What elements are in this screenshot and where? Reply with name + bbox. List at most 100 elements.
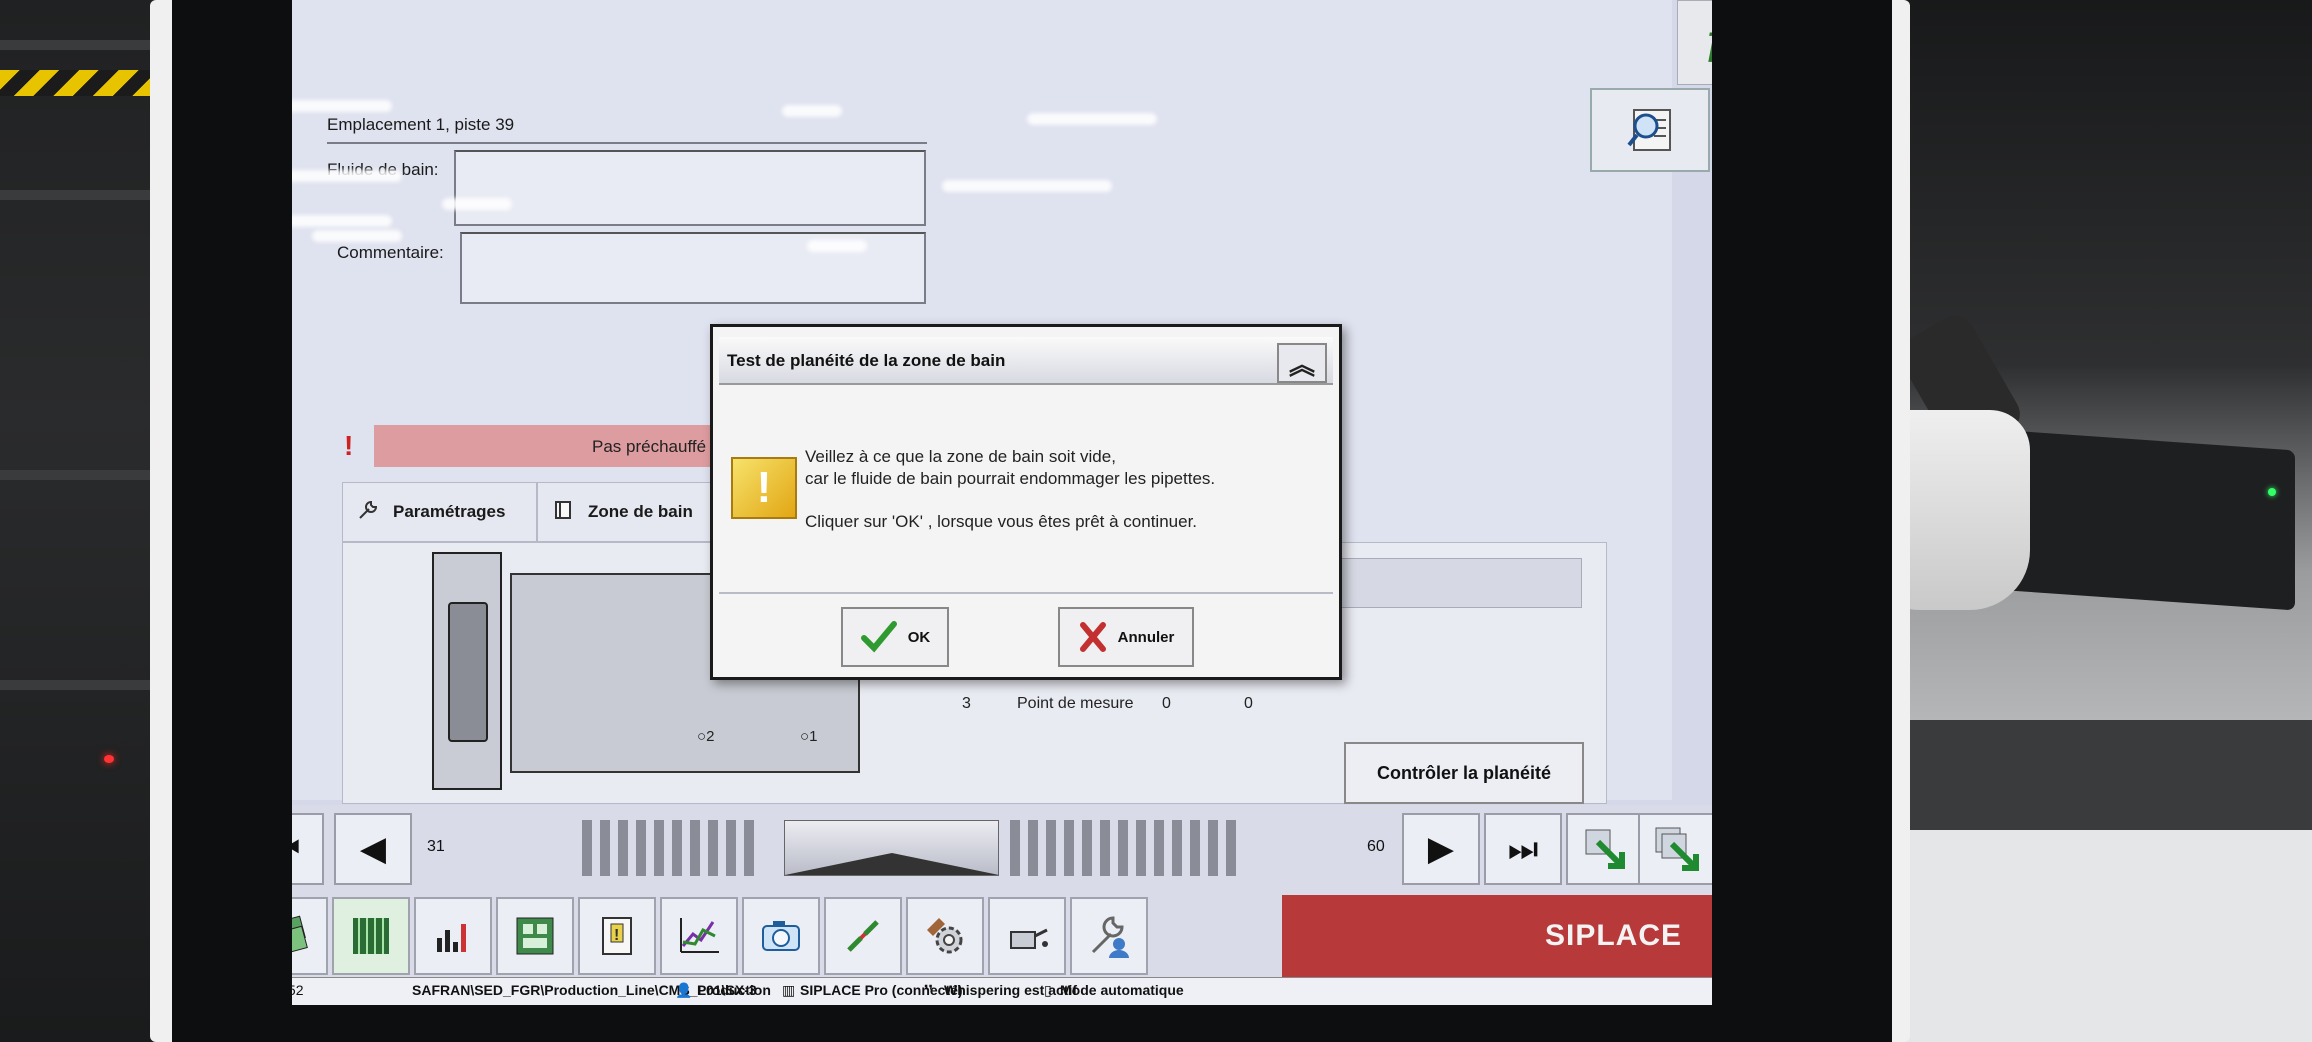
machine-panel bbox=[1890, 720, 2312, 830]
wrench-icon bbox=[357, 499, 379, 526]
row-value-2: 0 bbox=[1244, 695, 1253, 712]
bath-fluid-field[interactable] bbox=[454, 150, 926, 226]
dialog-message-line-3: Cliquer sur 'OK' , lorsque vous êtes prê… bbox=[805, 512, 1198, 531]
feeder-grid-icon bbox=[353, 918, 389, 954]
prev-page-button[interactable]: ◀ bbox=[334, 813, 412, 885]
stack-icon-button[interactable] bbox=[292, 897, 328, 975]
cancel-label: Annuler bbox=[1117, 628, 1175, 646]
cancel-button[interactable]: Annuler bbox=[1058, 607, 1194, 667]
slider-indicator bbox=[785, 853, 999, 875]
bar-chart-icon bbox=[437, 924, 466, 952]
board-button[interactable] bbox=[496, 897, 574, 975]
stack-icon bbox=[292, 915, 308, 957]
rack-edge bbox=[0, 190, 170, 200]
track-ticks-right[interactable] bbox=[1010, 820, 1236, 876]
screen-glare bbox=[1027, 113, 1157, 125]
status-connection: SIPLACE Pro (connecté) bbox=[800, 982, 963, 998]
bath-slot bbox=[432, 552, 502, 790]
user-icon: 👤 bbox=[675, 982, 693, 998]
collapse-button[interactable]: ︽ bbox=[1277, 343, 1327, 383]
alarm-list-button[interactable]: ! bbox=[578, 897, 656, 975]
dialog-message-line-1: Veillez à ce que la zone de bain soit vi… bbox=[805, 447, 1116, 466]
ok-button[interactable]: OK bbox=[841, 607, 949, 667]
zoom-button[interactable] bbox=[1590, 88, 1710, 172]
board-icon bbox=[516, 917, 554, 955]
camera-icon bbox=[762, 921, 800, 951]
screen-glare bbox=[292, 215, 392, 227]
user-settings-button[interactable] bbox=[1070, 897, 1148, 975]
info-button[interactable]: i bbox=[1677, 0, 1712, 85]
checkmark-icon bbox=[860, 621, 897, 653]
tools-icon bbox=[847, 920, 879, 952]
dialog-title-bar: Test de planéité de la zone de bain ︽ bbox=[719, 337, 1333, 385]
flatness-test-dialog: Test de planéité de la zone de bain ︽ ! … bbox=[710, 324, 1342, 680]
rack-edge bbox=[0, 40, 170, 50]
divider bbox=[327, 142, 927, 144]
arrow-down-button[interactable] bbox=[1566, 813, 1644, 885]
dialog-message-line-2: car le fluide de bain pourrait endommage… bbox=[805, 469, 1216, 488]
statistics-button[interactable] bbox=[414, 897, 492, 975]
status-bar: 10:02:52 SAFRAN\SED_FGR\Production_Line\… bbox=[292, 977, 1712, 1005]
first-icon: ⏮ bbox=[292, 829, 300, 869]
screen: Emplacement 1, piste 39 Fluide de bain: … bbox=[292, 0, 1712, 1005]
screen-glare bbox=[442, 198, 512, 210]
tab-settings[interactable]: Paramétrages bbox=[342, 482, 537, 542]
arrow-down-multi-button[interactable] bbox=[1638, 813, 1712, 885]
trend-button[interactable] bbox=[660, 897, 738, 975]
maintenance-button[interactable] bbox=[988, 897, 1066, 975]
camera-button[interactable] bbox=[742, 897, 820, 975]
prev-icon: ◀ bbox=[359, 829, 387, 869]
measure-point-1[interactable]: ○1 bbox=[800, 728, 817, 745]
status-time: 10:02:52 bbox=[292, 982, 304, 998]
settings-button[interactable] bbox=[906, 897, 984, 975]
tools-button[interactable] bbox=[824, 897, 902, 975]
oil-can-icon bbox=[1010, 928, 1048, 949]
bath-slot-inner bbox=[448, 602, 488, 742]
screen-glare bbox=[292, 170, 402, 182]
row-index: 3 bbox=[962, 695, 971, 712]
screen-glare bbox=[292, 100, 392, 112]
warning-icon: ! bbox=[731, 457, 797, 519]
next-page-button[interactable]: ▶ bbox=[1402, 813, 1480, 885]
page-start: 31 bbox=[427, 838, 445, 855]
mode-icon: ▯ bbox=[1044, 982, 1052, 998]
server-icon: ▥ bbox=[782, 982, 796, 998]
gear-icon bbox=[927, 918, 963, 954]
row-value-1: 0 bbox=[1162, 695, 1171, 712]
tab-label: Zone de bain bbox=[588, 502, 693, 521]
screen-glare bbox=[782, 105, 842, 117]
chevron-up-icon: ︽ bbox=[1288, 349, 1315, 380]
dialog-separator bbox=[719, 592, 1333, 594]
green-arrows-icon bbox=[1655, 827, 1699, 871]
book-icon bbox=[552, 499, 574, 526]
track-slider[interactable] bbox=[784, 820, 999, 876]
green-arrow-icon bbox=[1585, 829, 1625, 869]
screen-glare bbox=[807, 240, 867, 252]
last-page-button[interactable]: ⏭ bbox=[1484, 813, 1562, 885]
background-left bbox=[0, 0, 170, 1042]
rack-edge bbox=[0, 680, 170, 690]
last-icon: ⏭ bbox=[1507, 829, 1539, 869]
brand-logo: SIPLACE bbox=[1282, 895, 1712, 977]
next-icon: ▶ bbox=[1427, 829, 1455, 869]
first-page-button[interactable]: ⏮ bbox=[292, 813, 324, 885]
status-mode: Mode automatique bbox=[1060, 982, 1184, 998]
measure-point-2[interactable]: ○2 bbox=[697, 728, 714, 745]
track-ticks-left[interactable] bbox=[582, 820, 754, 876]
location-label: Emplacement 1, piste 39 bbox=[327, 115, 515, 134]
tab-label: Paramétrages bbox=[393, 502, 506, 521]
whisper-icon: ❜❜ bbox=[924, 982, 934, 998]
tab-bath-zone[interactable]: Zone de bain bbox=[537, 482, 717, 542]
comment-label: Commentaire: bbox=[337, 243, 444, 262]
indicator-led bbox=[2268, 488, 2276, 496]
alarm-list-icon: ! bbox=[602, 917, 632, 955]
ok-label: OK bbox=[907, 628, 931, 646]
user-wrench-icon bbox=[1091, 916, 1129, 958]
warning-banner: Pas préchauffé bbox=[374, 425, 734, 467]
check-flatness-button[interactable]: Contrôler la planéité bbox=[1344, 742, 1584, 804]
grid-icon-button[interactable] bbox=[332, 897, 410, 975]
indicator-led bbox=[104, 755, 114, 763]
page-end: 60 bbox=[1367, 838, 1385, 855]
status-user: Production bbox=[697, 982, 771, 998]
hazard-stripe bbox=[0, 70, 160, 96]
